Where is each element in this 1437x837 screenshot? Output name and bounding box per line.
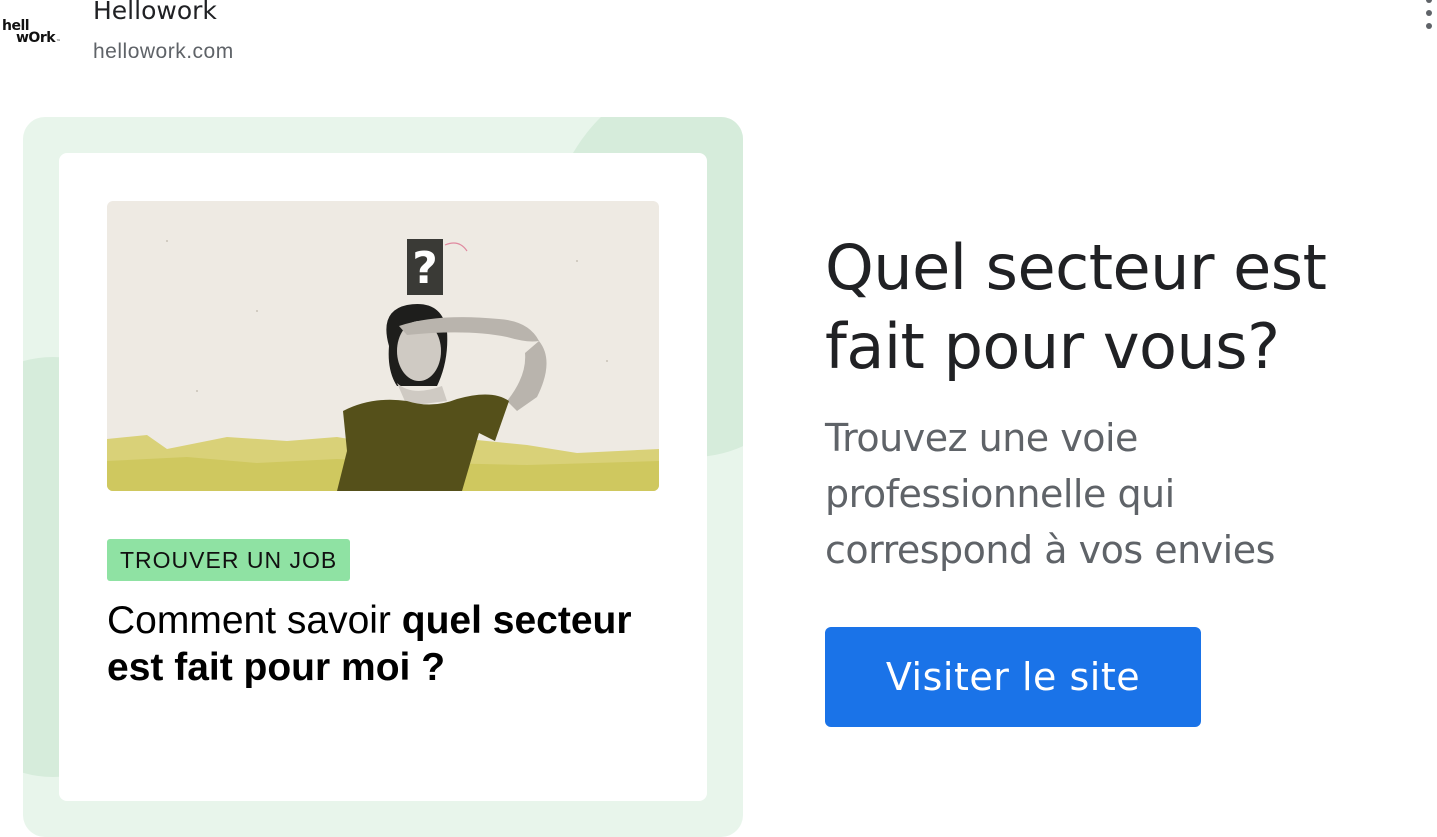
ad-creative-image[interactable]: ? TROUVER UN JOB Comment savoir quel sec… [23, 117, 743, 837]
logo-text-bottom: wOrk [16, 30, 56, 46]
ad-title[interactable]: Quel secteur est fait pour vous? [825, 228, 1425, 386]
more-vert-icon[interactable] [1420, 0, 1437, 34]
question-mark: ? [412, 243, 438, 294]
woman-looking-illustration: ? [107, 201, 659, 491]
illustration-svg: ? [107, 201, 659, 491]
visit-site-button[interactable]: Visiter le site [825, 627, 1201, 727]
ad-text: Quel secteur est fait pour vous? Trouvez… [825, 228, 1425, 578]
advertiser-domain[interactable]: hellowork.com [93, 40, 234, 64]
logo-trademark: ™ [56, 39, 61, 45]
creative-headline: Comment savoir quel secteur est fait pou… [107, 597, 647, 691]
advertiser-name[interactable]: Hellowork [93, 0, 217, 25]
headline-regular: Comment savoir [107, 599, 402, 642]
ad-description: Trouvez une voie professionnelle qui cor… [825, 416, 1275, 572]
creative-card: ? TROUVER UN JOB Comment savoir quel sec… [59, 153, 707, 801]
category-tag: TROUVER UN JOB [107, 539, 351, 581]
advertiser-header: hell wOrk ™ Hellowork hellowork.com [0, 0, 1437, 90]
hellowork-logo[interactable]: hell wOrk ™ [2, 19, 62, 50]
